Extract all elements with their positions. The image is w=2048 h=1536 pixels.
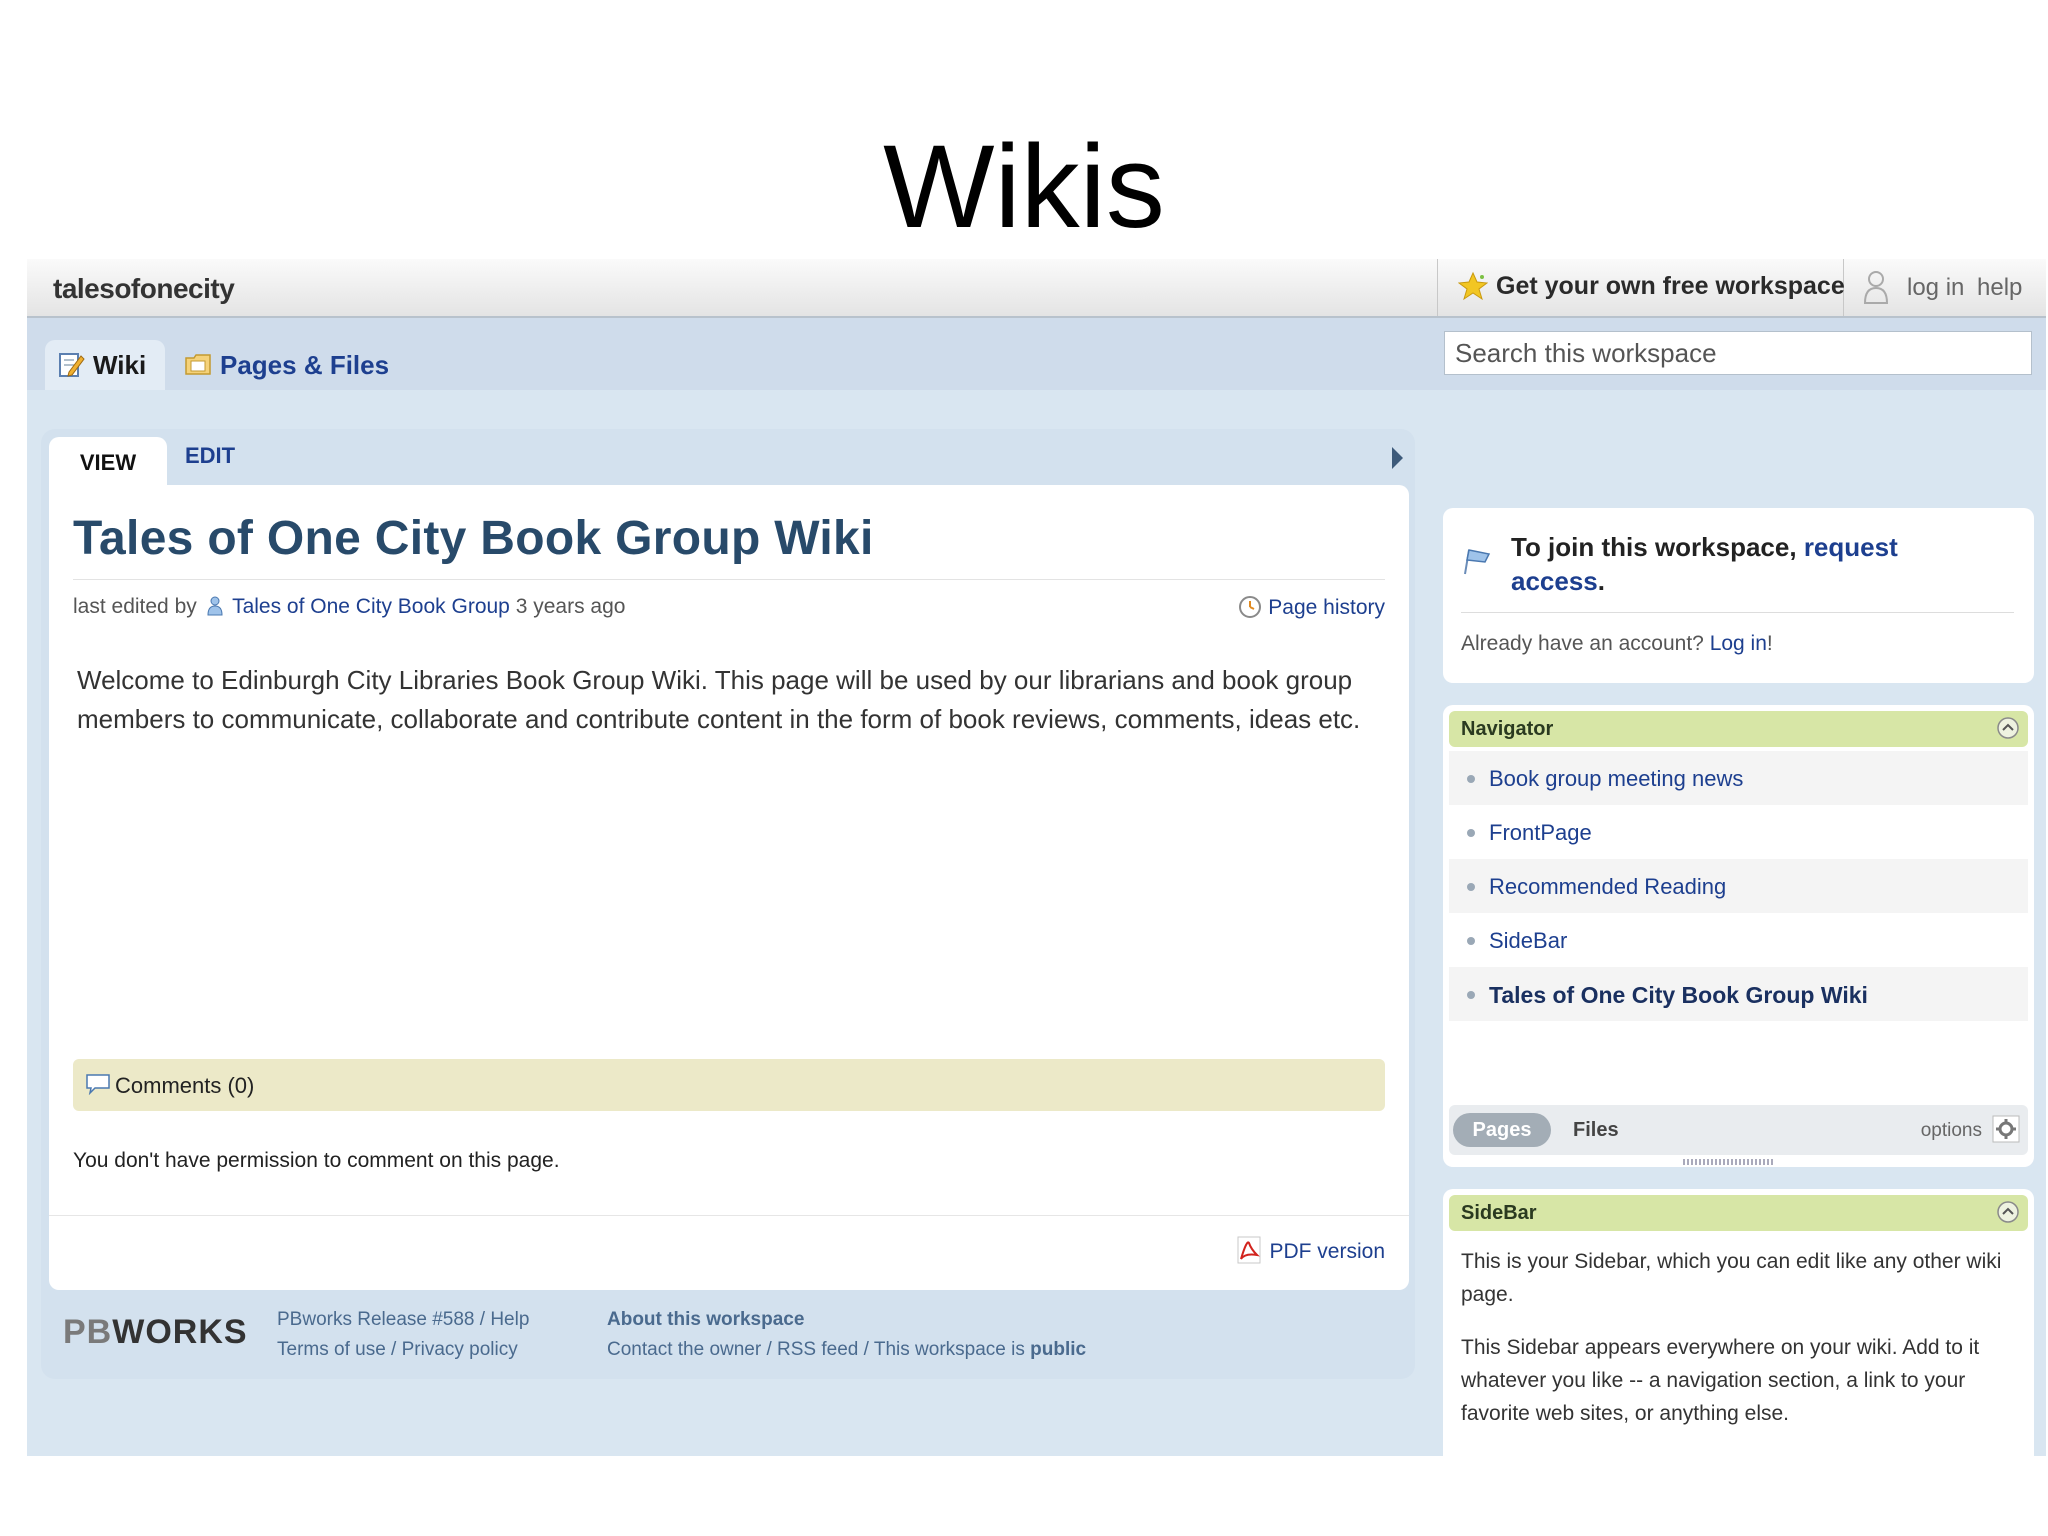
sidebar-paragraph: This Sidebar appears everywhere on your … [1461,1336,1980,1425]
star-icon [1458,271,1488,301]
nav-bar: Wiki Pages & Files [27,318,2046,390]
navigator-item-label: SideBar [1489,928,1568,953]
navigator-item-label: Book group meeting news [1489,766,1744,791]
person-icon [207,596,223,616]
last-edited-label: last edited by [73,595,197,618]
terms-privacy-links[interactable]: Terms of use / Privacy policy [277,1339,518,1361]
tab-wiki[interactable]: Wiki [45,340,165,390]
join-workspace-box: To join this workspace, request access. … [1443,508,2034,683]
last-edited-info: last edited by Tales of One City Book Gr… [73,595,625,619]
pbworks-logo: PBWORKS [63,1313,248,1351]
gear-icon[interactable] [1992,1115,2020,1143]
divider [49,1215,1409,1216]
tab-pages-files-label: Pages & Files [220,350,390,380]
comment-permission-notice: You don't have permission to comment on … [73,1149,560,1172]
page-title: Tales of One City Book Group Wiki [73,512,874,565]
navigator-item-recommended-reading[interactable]: Recommended Reading [1449,859,2028,913]
navigator-item-label: FrontPage [1489,820,1592,845]
navigator-item-sidebar[interactable]: SideBar [1449,913,2028,967]
search-input[interactable] [1444,331,2032,375]
sidebar-header: SideBar [1449,1195,2028,1231]
divider [1461,612,2014,613]
collapse-icon[interactable] [1996,1200,2020,1224]
bullet [1467,937,1475,945]
help-link[interactable]: help [1977,274,2022,302]
already-account-text: Already have an account? Log in! [1461,632,1773,655]
clock-icon [1239,596,1262,618]
release-help-link[interactable]: PBworks Release #588 / Help [277,1309,529,1331]
sidebar-content: This is your Sidebar, which you can edit… [1461,1245,2021,1450]
get-workspace-label: Get your own free workspace [1496,272,1845,300]
bullet [1467,829,1475,837]
tab-wiki-label: Wiki [93,350,147,380]
pdf-icon [1237,1236,1261,1264]
pdf-version-link[interactable]: PDF version [1235,1235,1385,1265]
get-workspace-button[interactable]: Get your own free workspace [1437,259,1845,316]
navigator-title: Navigator [1461,718,1554,740]
pages-toggle[interactable]: Pages [1453,1113,1551,1147]
resize-handle[interactable] [1683,1159,1773,1165]
login-link-2[interactable]: Log in [1710,632,1767,655]
expand-arrow-icon[interactable] [1392,447,1403,469]
folder-icon [185,354,211,375]
navigator-item-current-page[interactable]: Tales of One City Book Group Wiki [1449,967,2028,1021]
navigator-item-book-group-meeting-news[interactable]: Book group meeting news [1449,751,2028,805]
bullet [1467,883,1475,891]
pages-files-switcher: Pages Files options [1449,1105,2028,1155]
sidebar-title: SideBar [1461,1202,1537,1224]
footer: PBWORKS PBworks Release #588 / Help Term… [41,1299,1415,1379]
user-icon [1863,271,1889,304]
about-workspace-link[interactable]: About this workspace [607,1309,804,1331]
comment-icon [86,1074,110,1095]
navigator-item-frontpage[interactable]: FrontPage [1449,805,2028,859]
sidebar-box: SideBar This is your Sidebar, which you … [1443,1189,2034,1456]
page-body: Welcome to Edinburgh City Libraries Book… [77,665,1361,734]
sidebar-paragraph: This is your Sidebar, which you can edit… [1461,1250,2002,1306]
comments-label: Comments (0) [115,1073,255,1098]
top-bar: talesofonecity Get your own free workspa… [27,259,2046,318]
page-history-label: Page history [1268,596,1385,619]
flag-icon [1464,549,1491,575]
navigator-box: Navigator Book group meeting news FrontP… [1443,705,2034,1167]
navigator-header: Navigator [1449,711,2028,747]
navigator-item-label: Tales of One City Book Group Wiki [1489,982,1868,1008]
comments-bar[interactable]: Comments (0) [73,1059,1385,1111]
author-link[interactable]: Tales of One City Book Group [232,595,510,618]
divider [73,579,1385,580]
pdf-version-label: PDF version [1269,1240,1385,1263]
workspace-name[interactable]: talesofonecity [53,273,235,305]
collapse-icon[interactable] [1996,716,2020,740]
tab-edit[interactable]: EDIT [185,443,235,469]
tab-pages-files[interactable]: Pages & Files [172,340,400,390]
tab-view[interactable]: VIEW [49,437,167,487]
files-toggle[interactable]: Files [1573,1119,1619,1142]
navigator-item-label: Recommended Reading [1489,874,1727,899]
edited-time: 3 years ago [515,595,626,618]
edit-page-icon [59,353,85,377]
contact-rss-links[interactable]: Contact the owner / RSS feed / This work… [607,1339,1086,1361]
join-text: To join this workspace, request access. [1511,532,1898,596]
page-content: Tales of One City Book Group Wiki last e… [49,485,1409,1290]
slide-title: Wikis [883,121,1165,253]
pbworks-screenshot: talesofonecity Get your own free workspa… [27,259,2046,1456]
bullet [1467,775,1475,783]
login-link[interactable]: log in [1907,274,1964,302]
main-panel: VIEW EDIT Tales of One City Book Group W… [41,429,1415,1379]
options-link[interactable]: options [1921,1120,1982,1142]
page-history-link[interactable]: Page history [1238,595,1385,620]
bullet [1467,991,1475,999]
